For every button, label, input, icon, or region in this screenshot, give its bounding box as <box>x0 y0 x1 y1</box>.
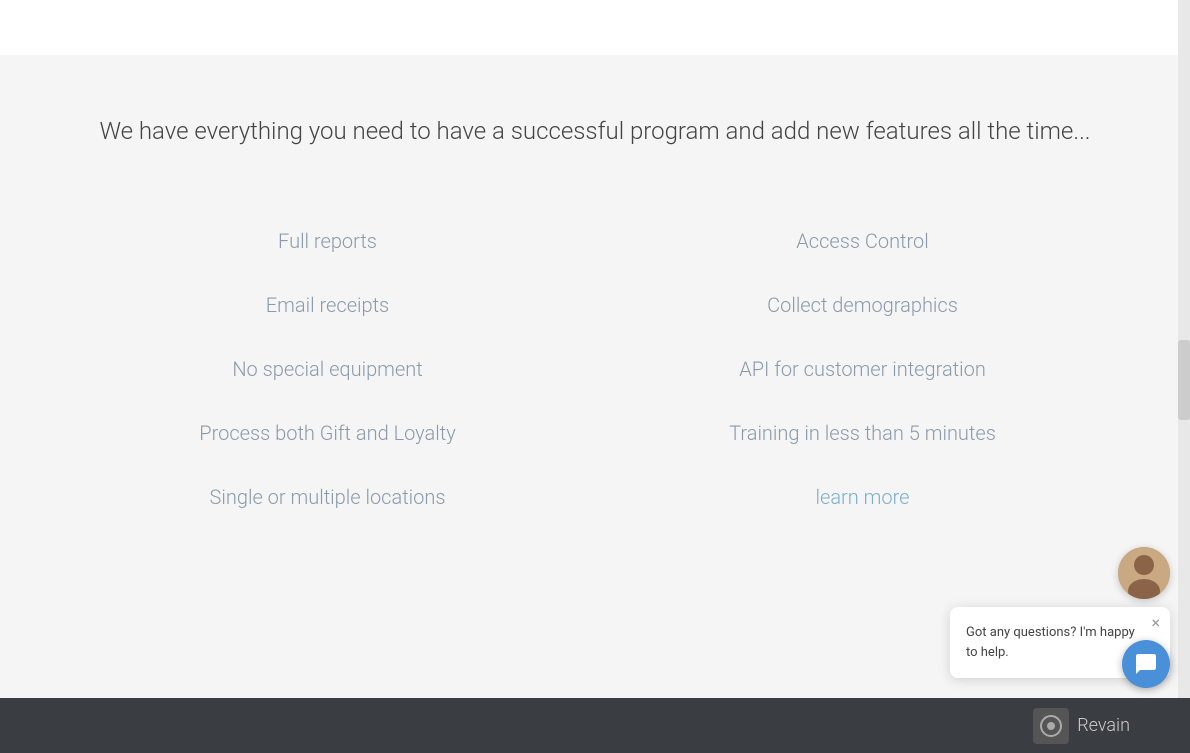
learn-more-link[interactable]: learn more <box>615 465 1110 529</box>
chat-avatar <box>1118 547 1170 599</box>
footer-bar: Revain <box>0 698 1190 753</box>
revain-logo-text: Revain <box>1077 715 1130 736</box>
features-right-column: Access Control Collect demographics API … <box>615 209 1110 529</box>
feature-single-multiple-locations: Single or multiple locations <box>80 465 575 529</box>
feature-collect-demographics: Collect demographics <box>615 273 1110 337</box>
feature-training: Training in less than 5 minutes <box>615 401 1110 465</box>
scrollbar-track <box>1178 0 1190 753</box>
top-bar <box>0 0 1190 55</box>
revain-logo-icon <box>1033 708 1069 744</box>
feature-api-integration: API for customer integration <box>615 337 1110 401</box>
main-content: We have everything you need to have a su… <box>0 55 1190 569</box>
feature-gift-loyalty: Process both Gift and Loyalty <box>80 401 575 465</box>
headline: We have everything you need to have a su… <box>80 115 1110 149</box>
close-icon[interactable]: × <box>1151 615 1160 631</box>
footer-logo: Revain <box>1033 708 1130 744</box>
features-grid: Full reports Email receipts No special e… <box>80 209 1110 529</box>
chat-open-button[interactable] <box>1122 640 1170 688</box>
feature-email-receipts: Email receipts <box>80 273 575 337</box>
feature-access-control: Access Control <box>615 209 1110 273</box>
feature-full-reports: Full reports <box>80 209 575 273</box>
scrollbar-thumb[interactable] <box>1178 340 1190 420</box>
features-left-column: Full reports Email receipts No special e… <box>80 209 575 529</box>
feature-no-special-equipment: No special equipment <box>80 337 575 401</box>
